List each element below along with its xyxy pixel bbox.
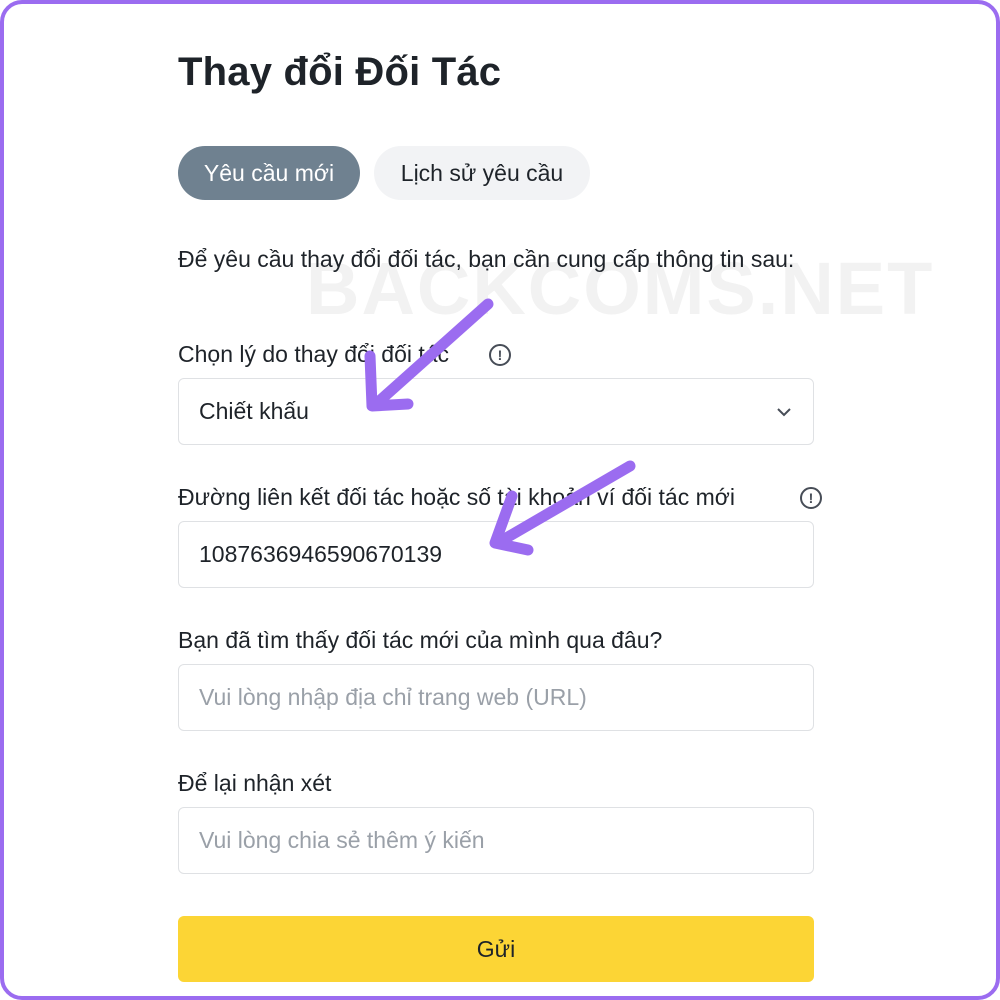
- reason-select-value: Chiết khấu: [199, 398, 309, 424]
- chevron-down-icon: [777, 408, 791, 417]
- screenshot-frame: BACKCOMS.NET Thay đổi Đối Tác Yêu cầu mớ…: [0, 0, 1000, 1000]
- partner-link-value: 1087636946590670139: [199, 541, 443, 567]
- source-label: Bạn đã tìm thấy đối tác mới của mình qua…: [178, 627, 663, 653]
- comment-placeholder: Vui lòng chia sẻ thêm ý kiến: [199, 827, 485, 853]
- source-url-input[interactable]: Vui lòng nhập địa chỉ trang web (URL): [178, 664, 814, 731]
- page-title: Thay đổi Đối Tác: [178, 50, 502, 94]
- reason-select[interactable]: Chiết khấu: [178, 378, 814, 445]
- reason-label: Chọn lý do thay đổi đối tác: [178, 341, 450, 367]
- source-url-placeholder: Vui lòng nhập địa chỉ trang web (URL): [199, 684, 587, 710]
- tab-request-history[interactable]: Lịch sử yêu cầu: [374, 146, 590, 200]
- info-icon[interactable]: !: [489, 344, 511, 366]
- submit-button[interactable]: Gửi: [178, 916, 814, 982]
- comment-input[interactable]: Vui lòng chia sẻ thêm ý kiến: [178, 807, 814, 874]
- intro-text: Để yêu cầu thay đổi đối tác, bạn cần cun…: [178, 246, 795, 272]
- info-icon[interactable]: !: [800, 487, 822, 509]
- partner-link-label: Đường liên kết đối tác hoặc số tài khoản…: [178, 484, 735, 510]
- comment-label: Để lại nhận xét: [178, 770, 332, 796]
- tab-new-request[interactable]: Yêu cầu mới: [178, 146, 360, 200]
- partner-link-input[interactable]: 1087636946590670139: [178, 521, 814, 588]
